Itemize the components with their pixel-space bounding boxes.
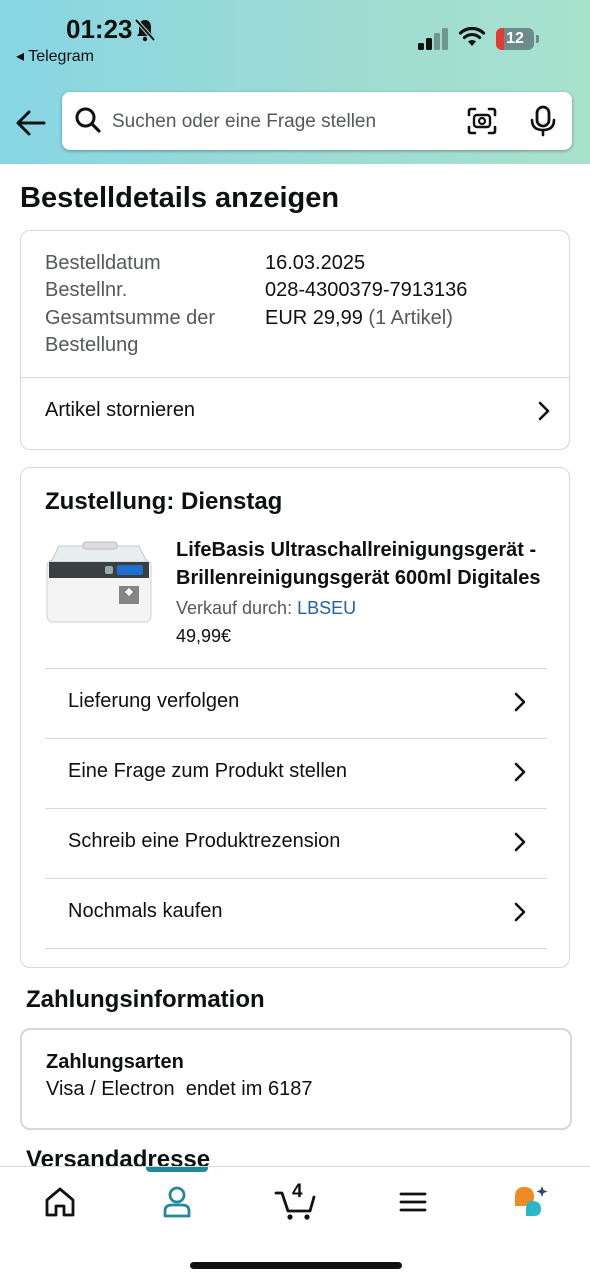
menu-icon[interactable]: [393, 1183, 433, 1221]
page-title: Bestelldetails anzeigen: [20, 182, 340, 214]
payment-heading: Zahlungsinformation: [26, 986, 265, 1013]
order-total-items: (1 Artikel): [368, 307, 453, 329]
payment-method-label: Zahlungsarten: [46, 1051, 184, 1073]
battery-icon: 12: [496, 28, 540, 50]
status-time: 01:23: [66, 14, 133, 44]
product-price: 49,99€: [176, 626, 232, 646]
chevron-right-icon: [538, 401, 550, 421]
home-indicator: [190, 1262, 402, 1269]
nav-active-indicator: [146, 1167, 208, 1172]
back-arrow-icon[interactable]: [14, 106, 48, 140]
write-review-row[interactable]: Schreib eine Produktrezension: [21, 809, 569, 878]
chevron-right-icon: [514, 762, 526, 782]
buy-again-label: Nochmals kaufen: [68, 900, 223, 922]
order-number-value: 028-4300379-7913136: [265, 279, 468, 301]
order-total-value: EUR 29,99 (1 Artikel): [265, 307, 453, 330]
seller-link[interactable]: LBSEU: [297, 598, 356, 618]
header: 01:23 ◂ Telegram 12: [0, 0, 590, 164]
chevron-right-icon: [514, 832, 526, 852]
ask-question-label: Eine Frage zum Produkt stellen: [68, 760, 348, 782]
cancel-item-row[interactable]: Artikel stornieren: [21, 378, 569, 448]
chevron-right-icon: [514, 692, 526, 712]
rufus-assistant-icon[interactable]: [510, 1183, 550, 1221]
seller-prefix: Verkauf durch:: [176, 598, 293, 618]
track-delivery-row[interactable]: Lieferung verfolgen: [21, 669, 569, 738]
order-date-label: Bestelldatum: [45, 252, 161, 274]
order-date-value: 16.03.2025: [265, 252, 366, 274]
search-input[interactable]: [112, 110, 442, 134]
payment-method-value: Visa / Electron endet im 6187: [46, 1078, 313, 1100]
camera-scan-icon[interactable]: [466, 106, 498, 136]
write-review-label: Schreib eine Produktrezension: [68, 830, 341, 852]
microphone-icon[interactable]: [528, 105, 558, 137]
bell-muted-icon: [134, 18, 156, 42]
cancel-item-label: Artikel stornieren: [45, 399, 196, 421]
wifi-icon: [458, 26, 486, 46]
back-to-telegram-link[interactable]: ◂ Telegram: [16, 46, 94, 66]
delivery-card: Zustellung: Dienstag LifeBasis Ultrascha…: [20, 467, 570, 968]
product-title-line1: LifeBasis Ultraschallreinigungsgerät -: [176, 539, 537, 561]
order-summary-card: Bestelldatum 16.03.2025 Bestellnr. 028-4…: [20, 230, 570, 450]
signal-icon: [418, 28, 448, 50]
order-total-label-line2: Bestellung: [45, 334, 139, 356]
home-icon[interactable]: [40, 1183, 80, 1221]
search-icon[interactable]: [74, 106, 102, 134]
product-title-line2: Brillenreinigungsgerät 600ml Digitales: [176, 567, 541, 589]
buy-again-row[interactable]: Nochmals kaufen: [21, 879, 569, 948]
search-bar[interactable]: [62, 92, 572, 150]
payment-card[interactable]: Zahlungsarten Visa / Electron endet im 6…: [20, 1028, 572, 1130]
track-delivery-label: Lieferung verfolgen: [68, 690, 240, 712]
seller-info: Verkauf durch: LBSEU: [176, 598, 356, 619]
order-total-amount: EUR 29,99: [265, 307, 363, 329]
chevron-right-icon: [514, 902, 526, 922]
account-icon[interactable]: [157, 1183, 197, 1221]
product-image[interactable]: [43, 540, 155, 626]
product-title-link[interactable]: LifeBasis Ultraschallreinigungsgerät - B…: [176, 536, 554, 592]
divider: [45, 948, 547, 949]
cart-count-badge: 4: [292, 1181, 303, 1202]
delivery-heading: Zustellung: Dienstag: [45, 488, 283, 515]
ask-question-row[interactable]: Eine Frage zum Produkt stellen: [21, 739, 569, 808]
battery-level: 12: [506, 30, 524, 47]
order-total-label: Gesamtsumme der: [45, 307, 216, 329]
order-number-label: Bestellnr.: [45, 279, 128, 301]
